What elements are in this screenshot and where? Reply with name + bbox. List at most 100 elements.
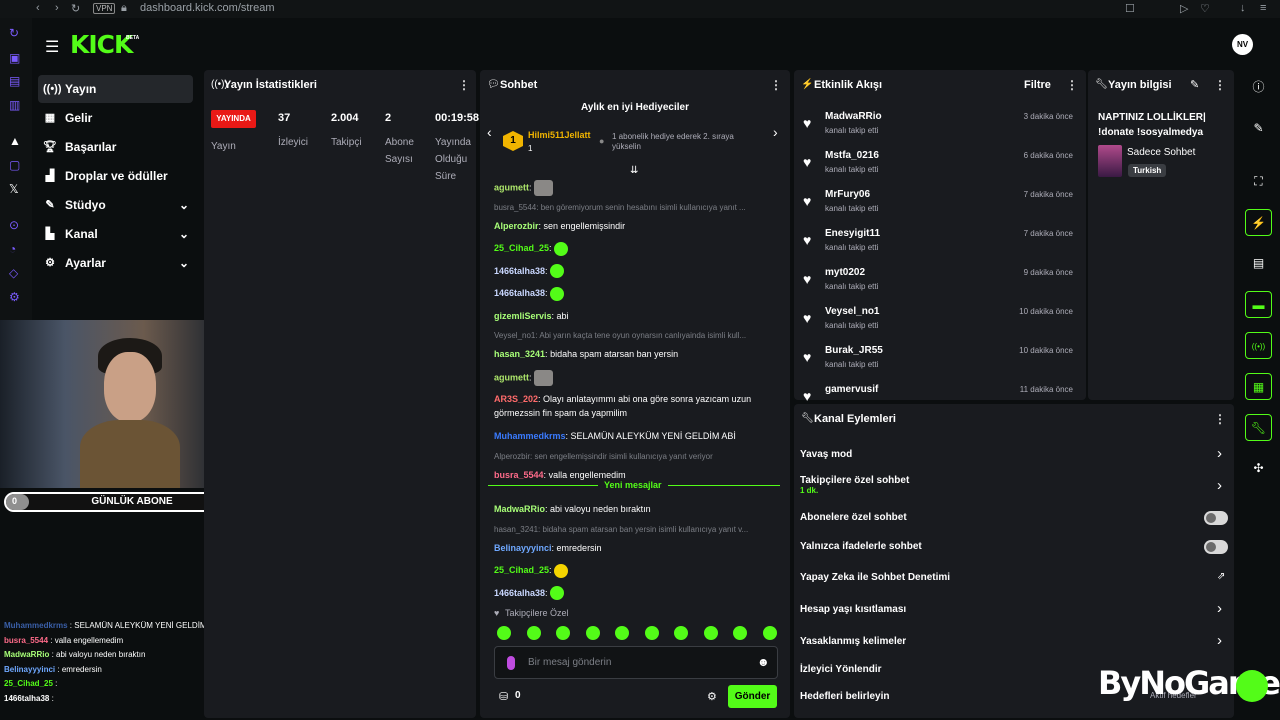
more-icon[interactable]: ⋮ xyxy=(1214,78,1226,92)
nav-item-droplar[interactable]: ▟ Droplar ve ödüller xyxy=(38,162,193,190)
scroll-down-icon[interactable]: ⇊ xyxy=(630,165,638,176)
event-item[interactable]: ♥ Enesyigit11 kanalı takip etti 7 dakika ön… xyxy=(797,223,1079,261)
chat-username[interactable]: hasan_3241 xyxy=(494,349,545,359)
chat-input[interactable]: Bir mesaj gönderin ☻ xyxy=(494,646,778,679)
chat-username[interactable]: AR3S_202 xyxy=(494,394,538,404)
chevron-right-icon[interactable]: › xyxy=(1217,632,1222,649)
event-item[interactable]: ♥ gamervusif 11 dakika önce xyxy=(797,379,1079,401)
chevron-right-icon[interactable]: › xyxy=(1217,445,1222,462)
event-username[interactable]: MrFury06 xyxy=(825,189,870,200)
chevron-right-icon[interactable]: › xyxy=(773,124,778,140)
emote-icon[interactable] xyxy=(497,626,511,640)
chat-icon[interactable]: ▬ xyxy=(1245,291,1272,318)
event-username[interactable]: Burak_JR55 xyxy=(825,345,883,356)
document-icon[interactable]: ▤ xyxy=(1245,250,1272,277)
sidebar-app-icon[interactable]: ⊙ xyxy=(9,218,19,232)
menu-icon[interactable]: ≡ xyxy=(1260,2,1266,14)
category-thumbnail[interactable] xyxy=(1098,145,1122,177)
mic-icon[interactable] xyxy=(507,656,515,670)
event-item[interactable]: ♥ Burak_JR55 kanalı takip etti 10 dakika ön… xyxy=(797,340,1079,378)
points-icon[interactable]: ⛁ xyxy=(499,690,508,703)
send-button[interactable]: Gönder xyxy=(728,685,777,708)
screenshot-icon[interactable]: ⛶ xyxy=(1245,168,1272,195)
chat-username[interactable]: 1466talha38 xyxy=(494,588,545,598)
wrench-icon[interactable]: 🔧︎ xyxy=(1245,414,1272,441)
emote-icon[interactable] xyxy=(615,626,629,640)
emote-icon[interactable] xyxy=(674,626,688,640)
emote-icon[interactable] xyxy=(556,626,570,640)
nav-item-yayin[interactable]: ((•)) Yayın xyxy=(38,75,193,103)
channel-action-item[interactable]: Hesap yaşı kısıtlaması xyxy=(800,604,1228,615)
sidebar-app-icon[interactable]: ◇ xyxy=(9,266,18,280)
forward-icon[interactable]: › xyxy=(55,2,59,14)
event-username[interactable]: Enesyigit11 xyxy=(825,228,880,239)
chat-username[interactable]: gizemliServis xyxy=(494,311,552,321)
chat-username[interactable]: agumett xyxy=(494,372,529,382)
puzzle-icon[interactable]: ✣ xyxy=(1245,455,1272,482)
kick-logo[interactable]: KICK xyxy=(70,32,133,57)
emote-icon[interactable] xyxy=(733,626,747,640)
chat-username[interactable]: busra_5544 xyxy=(494,470,544,480)
sidebar-app-icon[interactable]: ▲ xyxy=(9,134,21,148)
more-icon[interactable]: ⋮ xyxy=(1214,412,1226,426)
chat-username[interactable]: 25_Cihad_25 xyxy=(494,565,549,575)
event-username[interactable]: Veysel_no1 xyxy=(825,306,879,317)
event-item[interactable]: ♥ MadwaRRio kanalı takip etti 3 dakika önce xyxy=(797,106,1079,144)
nav-item-kanal[interactable]: ▙ Kanal ⌄ xyxy=(38,220,193,248)
chat-username[interactable]: agumett xyxy=(494,182,529,192)
channel-action-item[interactable]: Takipçilere özel sohbet 1 dk. xyxy=(800,475,1228,495)
event-item[interactable]: ♥ Mstfa_0216 kanalı takip etti 6 dakika önc… xyxy=(797,145,1079,183)
nav-item-studyo[interactable]: ✎ Stüdyo ⌄ xyxy=(38,191,193,219)
toggle-switch[interactable] xyxy=(1204,511,1228,525)
emoji-icon[interactable]: ☻ xyxy=(757,655,770,669)
bookmark-icon[interactable]: ☐ xyxy=(1125,2,1135,15)
heart-icon[interactable]: ♡ xyxy=(1200,2,1210,15)
address-bar[interactable]: dashboard.kick.com/stream xyxy=(140,2,275,14)
event-item[interactable]: ♥ MrFury06 kanalı takip etti 7 dakika önce xyxy=(797,184,1079,222)
play-icon[interactable]: ▷ xyxy=(1180,2,1188,15)
chat-username[interactable]: 1466talha38 xyxy=(494,288,545,298)
event-username[interactable]: myt0202 xyxy=(825,267,865,278)
chevron-right-icon[interactable]: › xyxy=(1217,600,1222,617)
x-icon[interactable]: 𝕏 xyxy=(9,182,19,196)
sidebar-app-icon[interactable]: ▣ xyxy=(9,51,20,65)
channel-action-item[interactable]: Abonelere özel sohbet xyxy=(800,512,1228,523)
chevron-left-icon[interactable]: ‹ xyxy=(487,124,492,140)
chat-username[interactable]: Alperozbir xyxy=(494,221,539,231)
channel-action-item[interactable]: Yalnızca ifadelerle sohbet xyxy=(800,541,1228,552)
chat-username[interactable]: Muhammedkrms xyxy=(494,431,566,441)
emote-icon[interactable] xyxy=(762,626,777,640)
emote-icon[interactable] xyxy=(526,626,541,640)
user-avatar[interactable]: NV xyxy=(1232,34,1253,55)
event-item[interactable]: ♥ myt0202 kanalı takip etti 9 dakika önce xyxy=(797,262,1079,300)
vpn-badge[interactable]: VPN xyxy=(93,3,116,14)
more-icon[interactable]: ⋮ xyxy=(770,78,782,92)
info-icon[interactable]: ⓘ xyxy=(1245,74,1272,101)
edit-icon[interactable]: ✎ xyxy=(1190,78,1199,91)
nav-item-basarilar[interactable]: 🏆︎ Başarılar xyxy=(38,133,193,161)
chat-username[interactable]: 25_Cihad_25 xyxy=(494,243,549,253)
twitch-icon[interactable]: ▢ xyxy=(9,158,20,172)
chat-username[interactable]: 1466talha38 xyxy=(494,266,545,276)
gifter-name[interactable]: Hilmi511Jellatt xyxy=(528,130,591,140)
settings-icon[interactable]: ⚙ xyxy=(707,690,717,703)
nav-item-ayarlar[interactable]: ⚙ Ayarlar ⌄ xyxy=(38,249,193,277)
event-item[interactable]: ♥ Veysel_no1 kanalı takip etti 10 dakika ön… xyxy=(797,301,1079,339)
event-username[interactable]: MadwaRRio xyxy=(825,111,882,122)
emote-icon[interactable] xyxy=(703,626,718,640)
hamburger-icon[interactable]: ☰ xyxy=(45,37,59,57)
emote-icon[interactable] xyxy=(644,626,659,640)
event-username[interactable]: gamervusif xyxy=(825,384,878,395)
chat-username[interactable]: Belinayyyinci xyxy=(494,543,552,553)
settings-icon[interactable]: ⚙ xyxy=(9,290,20,304)
more-icon[interactable]: ⋮ xyxy=(458,78,470,92)
toggle-switch[interactable] xyxy=(1204,540,1228,554)
category-name[interactable]: Sadece Sohbet xyxy=(1127,147,1195,158)
back-icon[interactable]: ‹ xyxy=(36,2,40,14)
event-username[interactable]: Mstfa_0216 xyxy=(825,150,879,161)
external-link-icon[interactable]: ⇗ xyxy=(1217,571,1225,582)
emote-icon[interactable] xyxy=(585,626,600,640)
more-icon[interactable]: ⋮ xyxy=(1066,78,1078,92)
filter-button[interactable]: Filtre xyxy=(1024,79,1051,91)
channel-action-item[interactable]: Yasaklanmış kelimeler xyxy=(800,636,1228,647)
